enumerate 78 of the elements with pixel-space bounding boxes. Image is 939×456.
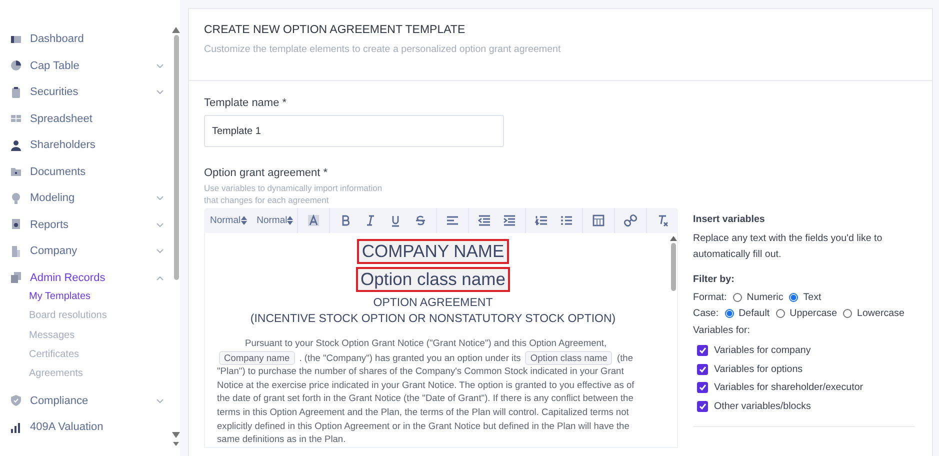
bar-chart-icon	[10, 420, 22, 434]
page-title: CREATE NEW OPTION AGREEMENT TEMPLATE	[204, 24, 466, 36]
scroll-up-icon	[670, 236, 676, 241]
checkbox[interactable]	[697, 382, 708, 394]
checkbox[interactable]	[697, 400, 708, 412]
sidebar-item[interactable]: 409A Valuation	[30, 421, 164, 434]
building-icon	[10, 244, 22, 258]
table-icon[interactable]	[592, 214, 606, 227]
variable-chip[interactable]: Company name	[219, 350, 295, 365]
variable-heading[interactable]: COMPANY NAME	[356, 239, 510, 264]
panel-title: Insert variables	[693, 214, 766, 225]
variable-heading[interactable]: Option class name	[356, 267, 510, 292]
filter-label: Case:	[693, 308, 719, 320]
lightbulb-icon	[10, 192, 22, 205]
bulleted-list-icon[interactable]	[560, 214, 574, 227]
checkbox-label[interactable]: Variables for options	[714, 364, 803, 375]
field-label: Template name *	[204, 97, 288, 109]
sidebar-item[interactable]: Shareholders	[30, 139, 164, 152]
sidebar-item[interactable]: Modeling	[30, 192, 148, 204]
numbered-list-icon[interactable]	[535, 214, 548, 227]
clipboard-icon	[10, 86, 22, 99]
radio-label[interactable]: Lowercase	[857, 308, 904, 320]
dropdown[interactable]: Normal	[256, 215, 298, 226]
sidebar-item[interactable]: Company	[30, 245, 148, 258]
field-label: Option grant agreement *	[204, 167, 329, 179]
pie-chart-icon	[10, 59, 22, 72]
radio-button[interactable]	[732, 292, 742, 302]
person-icon	[10, 138, 22, 152]
scroll-up-icon	[172, 27, 180, 33]
sort-arrows-icon	[287, 216, 294, 225]
field-hint: Use variables to dynamically import information that changes for each agreement	[204, 182, 384, 206]
dropdown[interactable]: Normal	[210, 215, 251, 226]
filter-label: Format:	[693, 292, 727, 303]
radio-label[interactable]: Uppercase	[790, 308, 838, 320]
sidebar-item[interactable]: Reports	[30, 218, 148, 231]
filter-heading: Filter by:	[693, 274, 736, 285]
panel-description: Replace any text with the fields you'd like to automatically fill out.	[693, 232, 884, 262]
radio-button[interactable]	[843, 309, 852, 318]
document-heading: OPTION AGREEMENT	[373, 296, 493, 311]
document-heading: (INCENTIVE STOCK OPTION OR NONSTATUTORY STOCK OPTION)	[250, 312, 616, 327]
sidebar-item[interactable]: Cap Table	[30, 60, 148, 72]
sidebar-item[interactable]: Dashboard	[30, 33, 164, 46]
checkbox[interactable]	[697, 345, 708, 356]
radio-button[interactable]	[776, 309, 785, 318]
sort-arrows-icon	[240, 216, 247, 225]
text-background-icon[interactable]	[307, 214, 320, 227]
sidebar-item[interactable]: Documents	[30, 166, 164, 178]
submenu-item[interactable]: My Templates	[29, 291, 91, 302]
folder-icon	[10, 165, 22, 178]
documents-icon	[10, 271, 22, 284]
strikethrough-icon[interactable]	[414, 214, 428, 227]
align-left-icon[interactable]	[446, 214, 460, 227]
checkbox-label[interactable]: Other variables/blocks	[714, 400, 811, 412]
template-name-field[interactable]: Template 1	[204, 115, 504, 147]
checkbox-label[interactable]: Variables for shareholder/executor	[714, 382, 864, 394]
scrollbar-thumb[interactable]	[174, 35, 178, 280]
indent-icon[interactable]	[503, 214, 516, 227]
filter-label: Variables for:	[693, 324, 750, 336]
radio-button[interactable]	[789, 292, 798, 302]
sidebar-item[interactable]: Spreadsheet	[30, 112, 164, 125]
link-icon[interactable]	[624, 214, 638, 227]
checkbox-label[interactable]: Variables for company	[714, 345, 811, 356]
agreement-paragraph: Pursuant to your Stock Option Grant Notice ("Grant Notice") and this Option Agreement, Company name . (the "Company") has granted you an option under its Option class name (the "Plan") to purchase the number of shares of the Company's Common Stock indicated in your Grant Notice at the exercise price indicated in your Grant Notice. The option is granted to you effective as of the date of grant set forth in the Grant Notice (the "Date of Grant"). If there is any conflict between the terms in this Option Agreement and the Plan, the terms of the Plan will control. Capitalized terms not explicitly defined in this Option Agreement or in the Grant Notice but defined in the Plan will have the same definitions as in the Plan.	[217, 337, 636, 446]
scrollbar-thumb[interactable]	[670, 243, 676, 291]
page-subtitle: Customize the template elements to create a personalized option grant agreement	[204, 44, 562, 55]
radio-button[interactable]	[724, 309, 734, 318]
sidebar-item[interactable]: Admin Records	[30, 272, 148, 284]
checkbox[interactable]	[697, 364, 708, 375]
radio-label[interactable]: Text	[803, 292, 822, 303]
radio-label[interactable]: Numeric	[746, 292, 784, 303]
shield-icon	[10, 394, 22, 408]
sidebar-item[interactable]: Compliance	[30, 394, 148, 407]
radio-label[interactable]: Default	[738, 308, 770, 320]
variable-chip[interactable]: Option class name	[525, 350, 612, 365]
outdent-icon[interactable]	[478, 214, 492, 227]
report-icon	[10, 218, 22, 232]
sidebar-item[interactable]: Securities	[30, 86, 148, 98]
clear-formatting-icon[interactable]	[656, 214, 670, 227]
